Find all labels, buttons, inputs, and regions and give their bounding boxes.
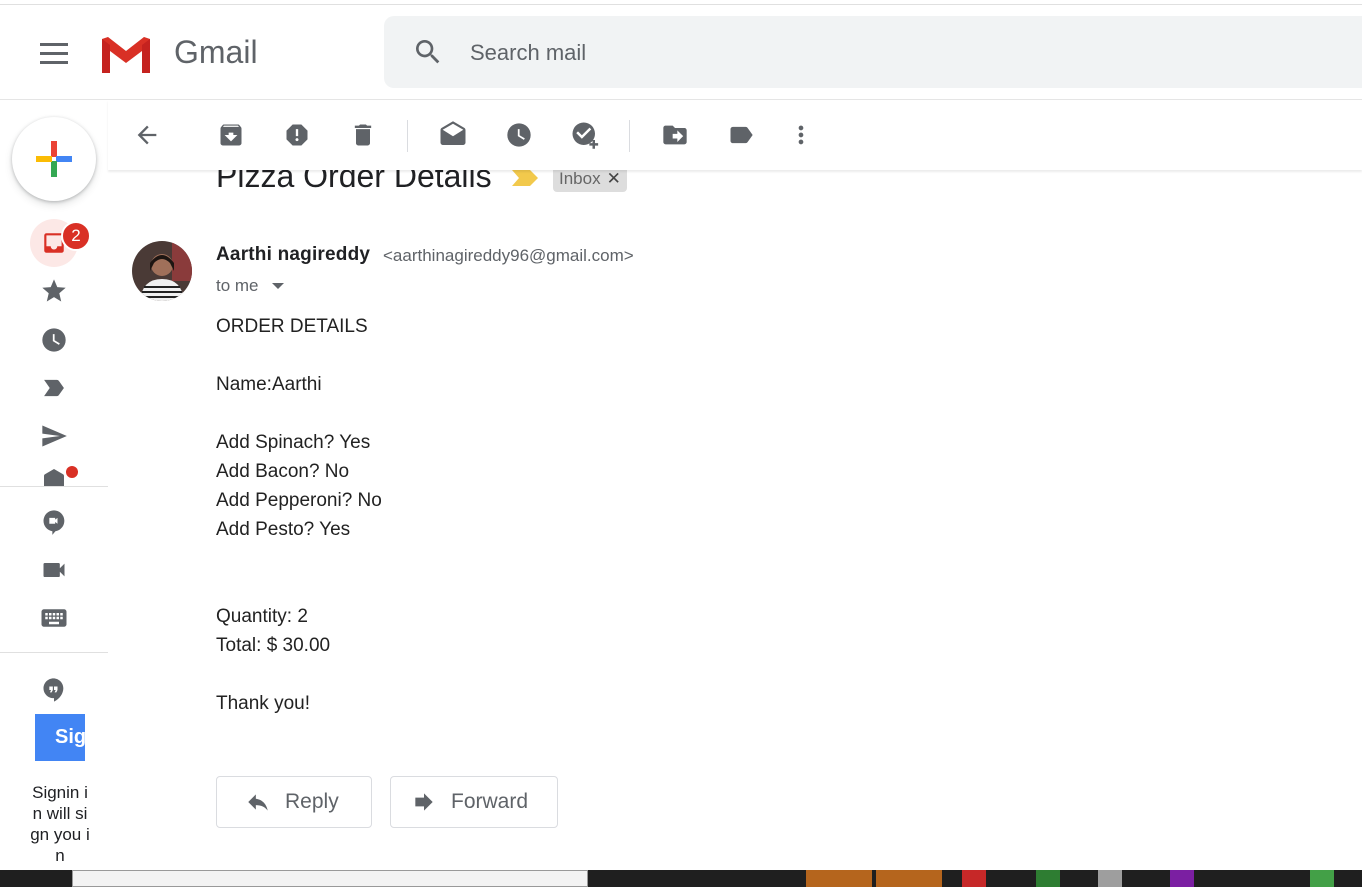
reply-button[interactable]: Reply bbox=[216, 776, 372, 828]
video-icon bbox=[43, 563, 65, 577]
sender-name: Aarthi nagireddy bbox=[216, 244, 371, 265]
nav-sent[interactable] bbox=[30, 412, 78, 460]
body-name: Name:Aarthi bbox=[216, 374, 322, 395]
nav-important[interactable] bbox=[30, 364, 78, 412]
toolbar-divider bbox=[407, 120, 408, 152]
snooze-icon bbox=[507, 123, 531, 147]
taskbar-app-icon[interactable] bbox=[1310, 870, 1334, 887]
report-spam-button[interactable] bbox=[282, 120, 312, 150]
sidebar-divider bbox=[0, 486, 108, 487]
more-icon bbox=[798, 125, 804, 145]
archive-icon bbox=[220, 124, 242, 146]
snooze-button[interactable] bbox=[504, 120, 534, 150]
mark-unread-icon bbox=[440, 121, 466, 145]
body-heading: ORDER DETAILS bbox=[216, 316, 368, 337]
labels-icon bbox=[730, 126, 753, 144]
show-details-icon[interactable] bbox=[272, 283, 284, 289]
gmail-logo-icon[interactable] bbox=[98, 33, 154, 75]
labels-button[interactable] bbox=[726, 120, 756, 150]
taskbar-app-icon[interactable] bbox=[1098, 870, 1122, 887]
nav-hangouts[interactable] bbox=[30, 666, 78, 714]
nav-meet[interactable] bbox=[30, 498, 78, 546]
move-to-button[interactable] bbox=[660, 120, 690, 150]
forward-button[interactable]: Forward bbox=[390, 776, 558, 828]
delete-icon bbox=[354, 124, 372, 146]
hangouts-signin-button[interactable]: Sig bbox=[35, 714, 85, 761]
body-spinach: Add Spinach? Yes bbox=[216, 432, 371, 453]
body-pesto: Add Pesto? Yes bbox=[216, 519, 351, 540]
app-header: Gmail bbox=[0, 5, 1362, 100]
send-icon bbox=[42, 425, 67, 447]
forward-icon bbox=[415, 793, 433, 811]
star-icon bbox=[42, 279, 66, 302]
sender-email: <aarthinagireddy96@gmail.com> bbox=[383, 246, 634, 265]
taskbar-app-icon[interactable] bbox=[962, 870, 986, 887]
os-taskbar bbox=[0, 870, 1362, 887]
search-bar[interactable] bbox=[384, 16, 1362, 88]
hangouts-signin-text: Signin in will sign you in bbox=[30, 783, 90, 865]
body-closing: Thank you! bbox=[216, 693, 310, 714]
keyboard-icon bbox=[41, 609, 67, 627]
search-icon[interactable] bbox=[412, 36, 444, 68]
nav-video[interactable] bbox=[30, 546, 78, 594]
reply-icon bbox=[248, 794, 268, 811]
app-name[interactable]: Gmail bbox=[174, 34, 258, 71]
nav-starred[interactable] bbox=[30, 267, 78, 315]
delete-button[interactable] bbox=[348, 120, 378, 150]
inbox-unread-badge: 2 bbox=[61, 221, 91, 251]
forward-label: Forward bbox=[451, 790, 529, 813]
taskbar-app-active[interactable] bbox=[806, 870, 872, 887]
recipient-summary: to me bbox=[216, 276, 259, 295]
left-sidebar: 2 Sig Signin in will sign you in bbox=[0, 100, 108, 870]
back-icon bbox=[137, 125, 157, 145]
nav-keyboard[interactable] bbox=[30, 594, 78, 642]
message-toolbar bbox=[108, 100, 1362, 170]
drafts-indicator-dot bbox=[66, 466, 78, 478]
sidebar-divider bbox=[0, 652, 108, 653]
draft-icon bbox=[44, 469, 64, 486]
label-chip-text: Inbox bbox=[559, 169, 601, 188]
taskbar-app-active[interactable] bbox=[876, 870, 942, 887]
add-to-tasks-icon bbox=[572, 122, 599, 149]
body-quantity: Quantity: 2 bbox=[216, 606, 308, 627]
clock-icon bbox=[42, 328, 66, 352]
remove-label-icon[interactable]: ✕ bbox=[607, 169, 621, 188]
compose-plus-icon bbox=[36, 141, 72, 177]
meet-icon bbox=[43, 510, 65, 535]
move-to-icon bbox=[663, 125, 687, 145]
body-pepperoni: Add Pepperoni? No bbox=[216, 490, 382, 511]
search-input[interactable] bbox=[468, 34, 1072, 72]
compose-button[interactable] bbox=[12, 117, 96, 201]
main-menu-icon[interactable] bbox=[40, 43, 68, 65]
label-important-icon bbox=[44, 379, 64, 397]
add-to-tasks-button[interactable] bbox=[570, 120, 600, 150]
body-total: Total: $ 30.00 bbox=[216, 635, 331, 656]
avatar-photo bbox=[132, 241, 192, 301]
back-button[interactable] bbox=[132, 120, 162, 150]
toolbar-divider bbox=[629, 120, 630, 152]
taskbar-app-icon[interactable] bbox=[1036, 870, 1060, 887]
taskbar-search-box[interactable] bbox=[72, 870, 588, 887]
taskbar-app-icon[interactable] bbox=[1170, 870, 1194, 887]
body-bacon: Add Bacon? No bbox=[216, 461, 350, 482]
importance-marker-icon[interactable] bbox=[512, 170, 538, 186]
more-options-button[interactable] bbox=[786, 120, 816, 150]
archive-button[interactable] bbox=[216, 120, 246, 150]
sender-avatar[interactable] bbox=[132, 241, 192, 301]
nav-snoozed[interactable] bbox=[30, 316, 78, 364]
mark-unread-button[interactable] bbox=[438, 120, 468, 150]
reply-label: Reply bbox=[285, 790, 339, 813]
report-spam-icon bbox=[286, 124, 308, 146]
hangouts-icon bbox=[43, 678, 64, 702]
